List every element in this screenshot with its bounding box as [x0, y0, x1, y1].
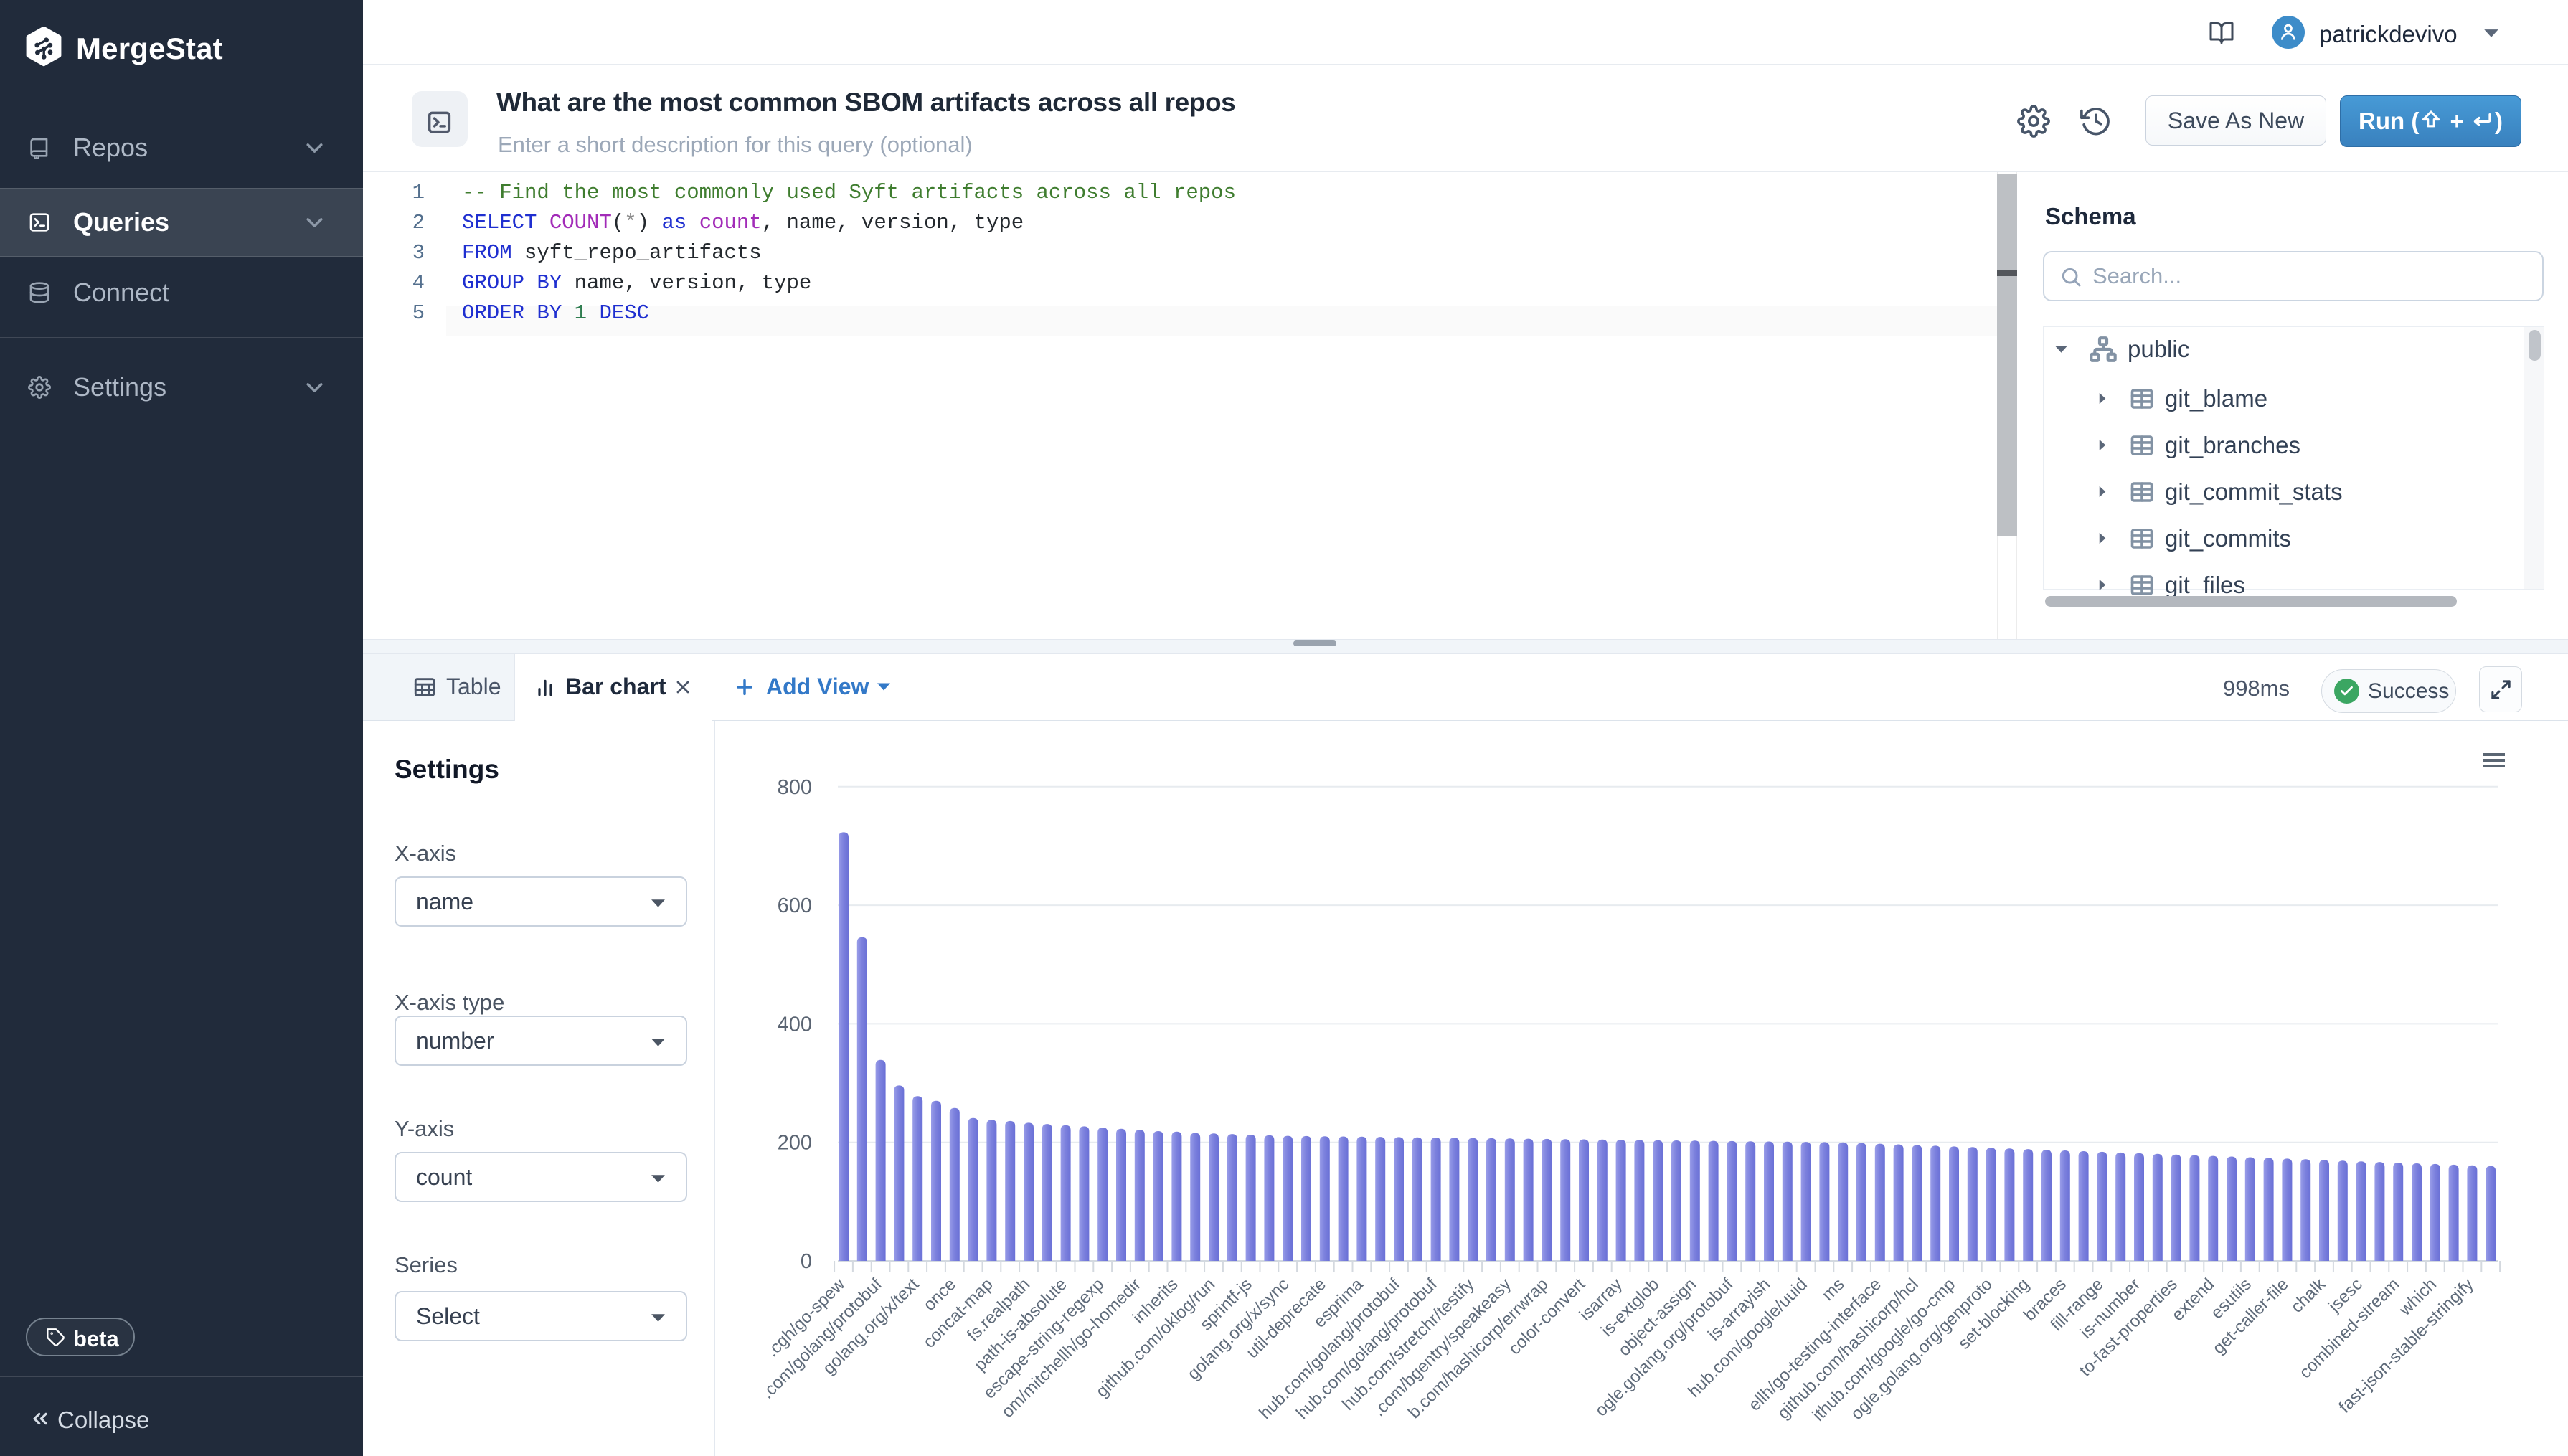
svg-text:0: 0 [801, 1250, 812, 1273]
svg-text:extend: extend [2168, 1275, 2218, 1325]
svg-text:chalk: chalk [2288, 1274, 2330, 1316]
svg-text:ms: ms [1818, 1275, 1849, 1305]
svg-text:600: 600 [778, 894, 812, 917]
svg-text:800: 800 [778, 776, 812, 799]
svg-text:200: 200 [778, 1132, 812, 1155]
svg-text:400: 400 [778, 1013, 812, 1036]
